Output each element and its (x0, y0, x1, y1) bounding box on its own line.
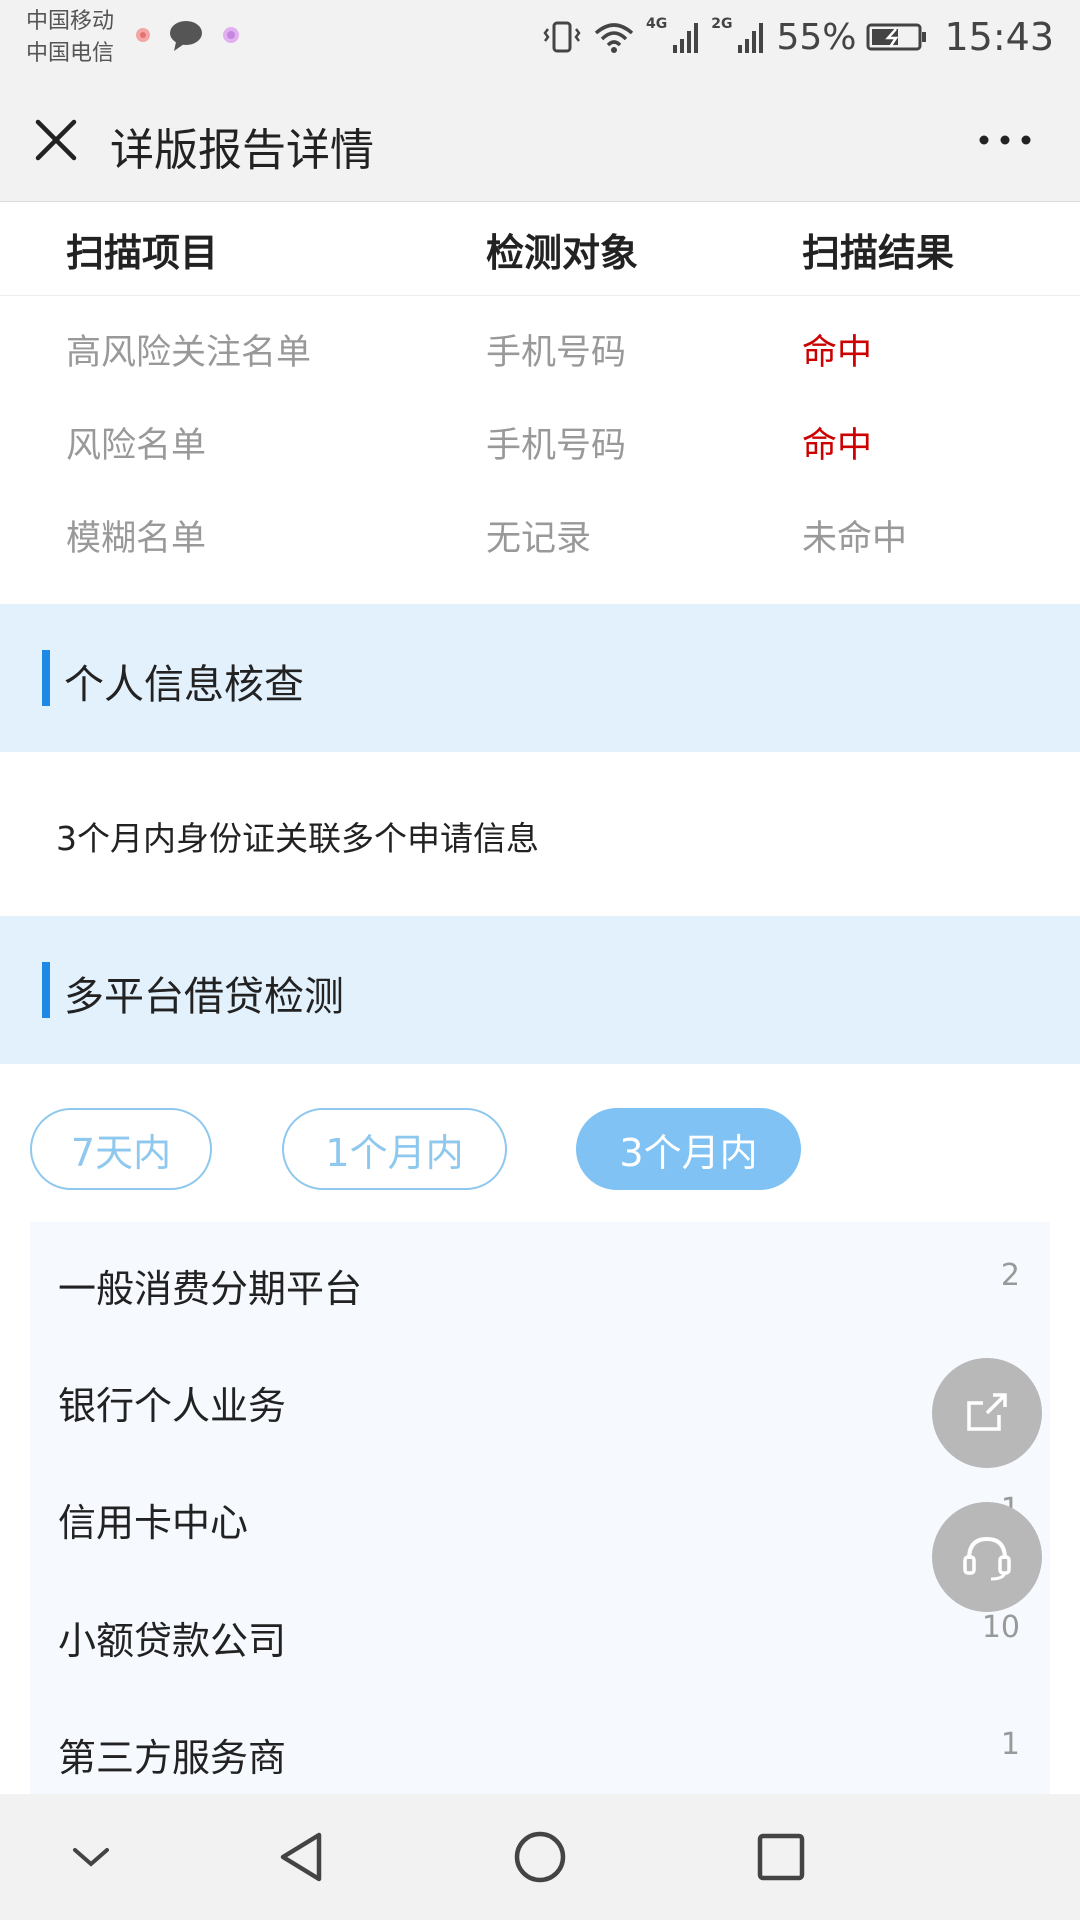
share-button[interactable] (932, 1358, 1042, 1468)
list-item[interactable]: 信用卡中心 1 (30, 1456, 1050, 1572)
recents-icon (757, 1833, 805, 1881)
personal-check-text: 3个月内身份证关联多个申请信息 (56, 819, 539, 858)
carrier-2: 中国电信 (26, 41, 115, 66)
scan-result: 未命中 (802, 519, 908, 559)
section-title: 个人信息核查 (64, 662, 304, 708)
list-item[interactable]: 小额贷款公司 10 (30, 1574, 1050, 1690)
battery-charging-icon (866, 23, 927, 51)
title-bar: 详版报告详情 (0, 80, 1080, 202)
platform-name: 一般消费分期平台 (58, 1267, 363, 1311)
section-accent-bar (42, 962, 50, 1018)
scan-target: 无记录 (486, 519, 592, 559)
signal-icon-2 (738, 23, 764, 53)
signal-icon (673, 23, 699, 53)
headset-icon (963, 1536, 1011, 1581)
clock: 15:43 (944, 15, 1054, 59)
more-icon[interactable] (970, 120, 1040, 160)
notification-dot-icon (136, 28, 150, 42)
header-result: 扫描结果 (802, 231, 955, 275)
platform-count: 1 (1000, 1727, 1020, 1762)
network-type-1: 4G (646, 16, 668, 32)
platform-count: 2 (1000, 1258, 1020, 1293)
notification-app-icon (223, 27, 239, 43)
status-bar: 中国移动 中国电信 4G 2G 55% 15:43 (0, 0, 1080, 80)
list-item[interactable]: 银行个人业务 1 (30, 1339, 1050, 1455)
section-accent-bar (42, 650, 50, 706)
list-item[interactable]: 一般消费分期平台 2 (30, 1222, 1050, 1338)
back-icon (280, 1832, 322, 1882)
page-title: 详版报告详情 (110, 125, 374, 176)
platform-name: 第三方服务商 (58, 1736, 287, 1780)
scan-item: 模糊名单 (66, 519, 207, 559)
platform-name: 小额贷款公司 (58, 1619, 287, 1663)
scan-table-header: 扫描项目 检测对象 扫描结果 (0, 202, 1080, 296)
header-scan-item: 扫描项目 (66, 231, 219, 275)
chat-icon (170, 21, 202, 51)
section-personal-check: 个人信息核查 (0, 604, 1080, 752)
wifi-icon (594, 23, 634, 53)
recents-button[interactable] (746, 1822, 816, 1892)
vibrate-icon (543, 21, 581, 53)
scan-result: 命中 (802, 333, 873, 373)
system-nav-bar (0, 1794, 1080, 1920)
platform-count: 10 (981, 1610, 1020, 1645)
scan-target: 手机号码 (486, 426, 627, 466)
network-type-2: 2G (711, 16, 733, 32)
tab-7-days[interactable]: 7天内 (30, 1108, 212, 1190)
carrier-1: 中国移动 (26, 9, 115, 34)
scan-row: 模糊名单 无记录 未命中 (0, 486, 1080, 578)
home-icon (514, 1831, 566, 1883)
scan-item: 风险名单 (66, 426, 207, 466)
scan-row: 高风险关注名单 手机号码 命中 (0, 300, 1080, 392)
status-indicators: 4G 2G 55% 15:43 (542, 12, 1054, 62)
header-target: 检测对象 (486, 231, 639, 275)
share-icon (967, 1393, 1007, 1431)
section-multi-platform: 多平台借贷检测 (0, 916, 1080, 1064)
scan-item: 高风险关注名单 (66, 333, 312, 373)
close-icon[interactable] (30, 114, 82, 166)
chevron-down-icon (73, 1848, 109, 1867)
hide-nav-button[interactable] (56, 1822, 126, 1892)
tab-3-months[interactable]: 3个月内 (576, 1108, 801, 1190)
home-button[interactable] (505, 1822, 575, 1892)
back-button[interactable] (266, 1822, 336, 1892)
scan-target: 手机号码 (486, 333, 627, 373)
customer-service-button[interactable] (932, 1502, 1042, 1612)
carrier-info: 中国移动 中国电信 (26, 6, 114, 70)
battery-percent: 55% (776, 16, 857, 58)
platform-name: 银行个人业务 (58, 1384, 287, 1428)
platform-name: 信用卡中心 (58, 1501, 249, 1545)
scan-result: 命中 (802, 426, 873, 466)
section-title: 多平台借贷检测 (64, 974, 344, 1020)
scan-row: 风险名单 手机号码 命中 (0, 393, 1080, 485)
platform-list: 一般消费分期平台 2 银行个人业务 1 信用卡中心 1 小额贷款公司 10 第三… (30, 1222, 1050, 1798)
tab-1-month[interactable]: 1个月内 (282, 1108, 507, 1190)
list-item[interactable]: 第三方服务商 1 (30, 1691, 1050, 1807)
